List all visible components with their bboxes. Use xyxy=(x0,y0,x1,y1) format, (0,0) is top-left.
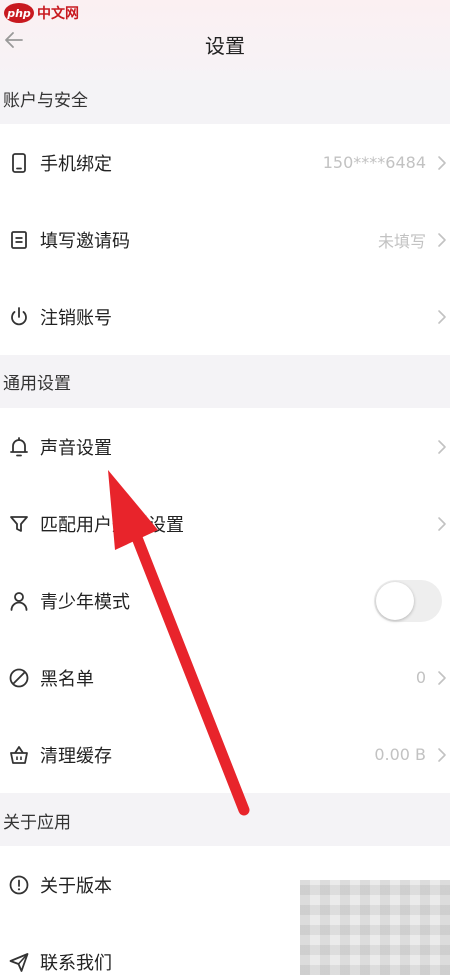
row-label: 关于版本 xyxy=(40,875,112,897)
invite-code-value: 未填写 xyxy=(377,231,426,251)
person-icon xyxy=(10,591,28,611)
chevron-right-icon xyxy=(438,747,446,762)
info-icon xyxy=(9,875,29,894)
row-label: 黑名单 xyxy=(40,668,94,690)
row-label: 填写邀请码 xyxy=(40,230,130,252)
group-general: 声音设置 匹配用户规则设置 青少年模式 黑名单 0 清理缓存 0.00 B xyxy=(0,408,450,793)
basket-icon xyxy=(10,745,28,764)
chevron-right-icon xyxy=(438,155,446,170)
row-teen-mode: 青少年模式 xyxy=(0,562,450,639)
chevron-right-icon xyxy=(438,516,446,531)
chevron-right-icon xyxy=(438,232,446,247)
section-header-general: 通用设置 xyxy=(3,373,71,394)
row-phone-binding[interactable]: 手机绑定 150****6484 xyxy=(0,124,450,201)
send-icon xyxy=(9,952,29,972)
blacklist-count: 0 xyxy=(415,668,426,687)
phone-icon xyxy=(12,152,26,173)
bell-icon xyxy=(10,436,28,456)
row-label: 清理缓存 xyxy=(40,745,112,767)
row-label: 匹配用户规则设置 xyxy=(40,514,184,536)
toggle-knob xyxy=(376,581,414,620)
mosaic-watermark xyxy=(300,880,450,975)
top-bar: php 中文网 设置 xyxy=(0,0,450,80)
page-title: 设置 xyxy=(205,34,245,58)
section-header-account: 账户与安全 xyxy=(3,90,88,111)
watermark-logo: php xyxy=(4,3,34,23)
section-header-about: 关于应用 xyxy=(3,812,71,833)
power-icon xyxy=(11,306,27,325)
row-match-rules[interactable]: 匹配用户规则设置 xyxy=(0,485,450,562)
row-blacklist[interactable]: 黑名单 0 xyxy=(0,639,450,716)
chevron-right-icon xyxy=(438,670,446,685)
filter-icon xyxy=(10,515,28,532)
row-label: 青少年模式 xyxy=(40,591,130,613)
document-icon xyxy=(11,230,27,249)
row-label: 声音设置 xyxy=(40,437,112,459)
block-icon xyxy=(9,668,29,687)
group-account: 手机绑定 150****6484 填写邀请码 未填写 注销账号 xyxy=(0,124,450,355)
row-clear-cache[interactable]: 清理缓存 0.00 B xyxy=(0,716,450,793)
phone-number-value: 150****6484 xyxy=(322,153,426,172)
cache-size-value: 0.00 B xyxy=(374,745,426,764)
chevron-right-icon xyxy=(438,439,446,454)
teen-mode-toggle[interactable] xyxy=(374,579,442,622)
row-delete-account[interactable]: 注销账号 xyxy=(0,278,450,355)
row-label: 联系我们 xyxy=(40,952,112,974)
watermark: php 中文网 xyxy=(4,2,79,24)
row-sound-settings[interactable]: 声音设置 xyxy=(0,408,450,485)
watermark-text: 中文网 xyxy=(37,6,79,22)
row-label: 注销账号 xyxy=(40,307,112,329)
chevron-right-icon xyxy=(438,309,446,324)
row-label: 手机绑定 xyxy=(40,153,112,175)
row-invite-code[interactable]: 填写邀请码 未填写 xyxy=(0,201,450,278)
